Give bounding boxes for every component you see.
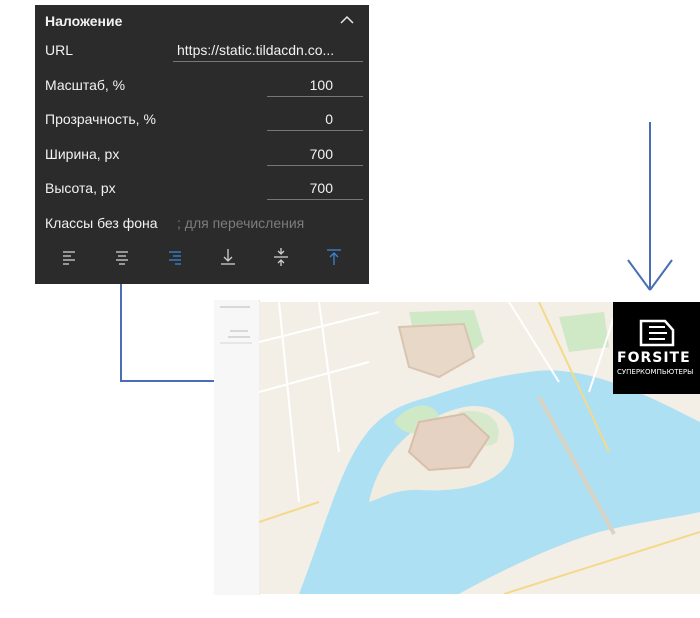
scale-input[interactable] (267, 73, 363, 97)
page-thumbnail (214, 300, 260, 595)
height-input[interactable] (267, 176, 363, 200)
align-middle-icon[interactable] (269, 245, 293, 269)
align-bottom-icon[interactable] (216, 245, 240, 269)
opacity-label: Прозрачность, % (45, 111, 156, 127)
opacity-row: Прозрачность, % (45, 107, 363, 131)
scale-row: Масштаб, % (45, 73, 363, 97)
overlay-panel: Наложение URL Масштаб, % Прозрачность, %… (35, 5, 369, 284)
connector-line-vertical (120, 284, 122, 382)
height-row: Высота, px (45, 176, 363, 200)
forsite-emblem-icon (639, 319, 675, 347)
align-toolbar (57, 245, 357, 269)
forsite-logo: FORSITE СУПЕРКОМПЬЮТЕРЫ (613, 302, 700, 394)
align-left-icon[interactable] (57, 245, 81, 269)
panel-header: Наложение (45, 11, 359, 31)
url-input[interactable] (173, 38, 363, 62)
url-row: URL (45, 38, 363, 62)
url-label: URL (45, 42, 74, 58)
down-arrow-icon (627, 122, 673, 291)
width-label: Ширина, px (45, 146, 120, 162)
align-center-icon[interactable] (110, 245, 134, 269)
width-row: Ширина, px (45, 142, 363, 166)
logo-brand: FORSITE (617, 350, 691, 366)
chevron-up-icon[interactable] (339, 12, 355, 28)
scale-label: Масштаб, % (45, 77, 126, 93)
align-right-icon[interactable] (163, 245, 187, 269)
width-input[interactable] (267, 142, 363, 166)
panel-title: Наложение (45, 13, 123, 29)
opacity-input[interactable] (267, 107, 363, 131)
logo-tagline: СУПЕРКОМПЬЮТЕРЫ (617, 368, 694, 376)
classes-row: Классы без фона (45, 211, 363, 235)
classes-input[interactable] (173, 211, 363, 235)
align-top-icon[interactable] (322, 245, 346, 269)
height-label: Высота, px (45, 180, 116, 196)
classes-label: Классы без фона (45, 215, 158, 231)
connector-line-horizontal (120, 380, 215, 382)
